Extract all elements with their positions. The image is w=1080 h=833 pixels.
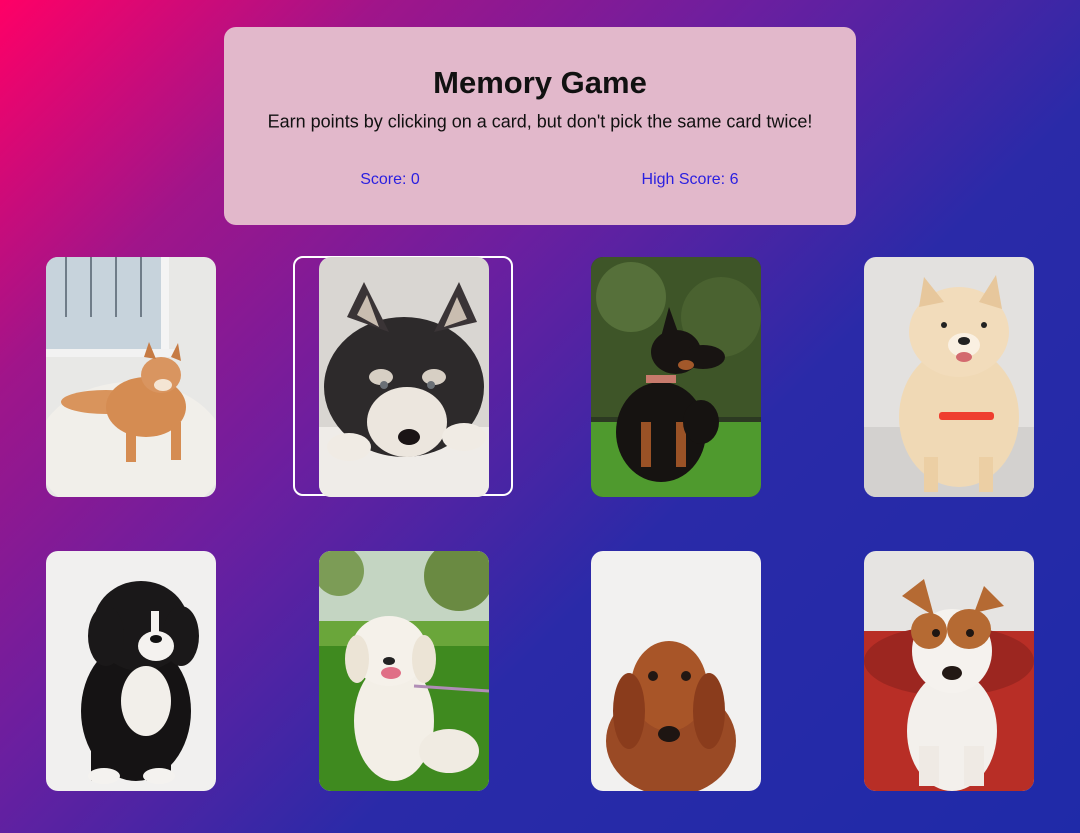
high-score-display: High Score: 6: [641, 171, 739, 188]
jack-russell-photo: [864, 551, 1034, 791]
shiba-inu-photo: [46, 257, 216, 497]
card-golden-retriever[interactable]: golden-retriever: [319, 551, 489, 791]
card-doberman[interactable]: doberman: [591, 257, 761, 497]
card-dachshund[interactable]: dachshund: [591, 551, 761, 791]
card-jack-russell[interactable]: jack-russell: [864, 551, 1034, 791]
bernedoodle-photo: [46, 551, 216, 791]
page-title: Memory Game: [433, 65, 647, 100]
card-husky[interactable]: husky: [319, 257, 489, 497]
husky-photo: [319, 257, 489, 497]
instructions-text: Earn points by clicking on a card, but d…: [267, 111, 813, 132]
golden-retriever-photo: [319, 551, 489, 791]
card-pomeranian[interactable]: pomeranian: [864, 257, 1034, 497]
game-header: Memory Game Earn points by clicking on a…: [224, 27, 856, 225]
dachshund-photo: [591, 551, 761, 791]
doberman-photo: [591, 257, 761, 497]
card-bernedoodle[interactable]: bernedoodle: [46, 551, 216, 791]
card-shiba-inu[interactable]: shiba-inu: [46, 257, 216, 497]
pomeranian-photo: [864, 257, 1034, 497]
score-display: Score: 0: [360, 171, 420, 188]
